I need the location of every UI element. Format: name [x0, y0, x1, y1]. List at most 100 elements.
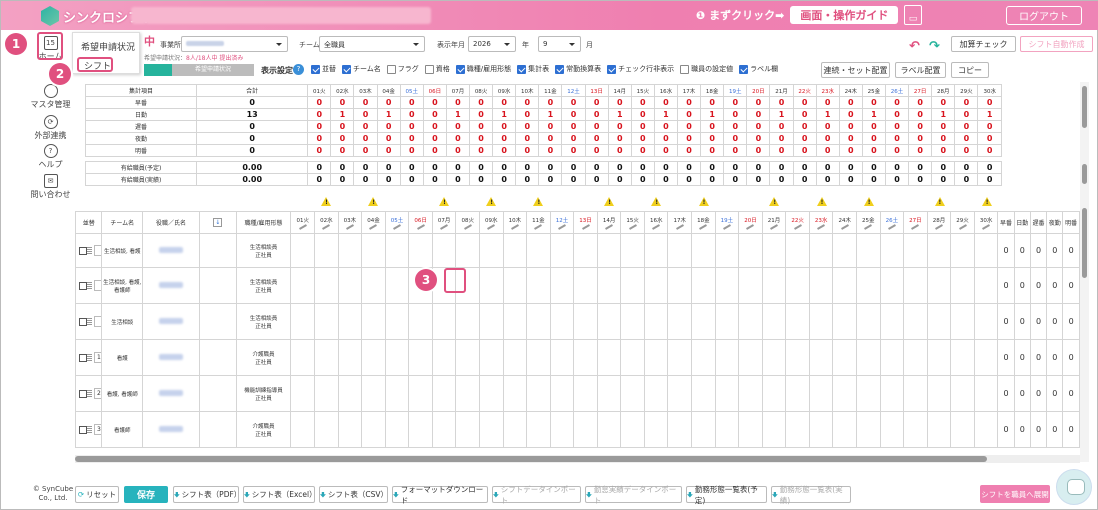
submenu-item-request-status[interactable]: 希望申請状況: [81, 40, 135, 53]
shift-cell[interactable]: [785, 267, 810, 304]
shift-cell[interactable]: [478, 233, 504, 268]
pencil-icon[interactable]: [934, 223, 943, 230]
staff-day-header[interactable]: 10木: [502, 211, 528, 234]
staff-day-header[interactable]: 29火: [950, 211, 975, 234]
guide-button[interactable]: 画面・操作ガイド: [790, 6, 899, 24]
shift-cell[interactable]: [384, 303, 410, 340]
shift-cell[interactable]: [714, 339, 740, 376]
shift-cell[interactable]: [973, 339, 999, 376]
pencil-icon[interactable]: [864, 223, 873, 230]
name-cell[interactable]: [142, 267, 200, 304]
display-option[interactable]: チェック行非表示: [607, 64, 674, 74]
cell-highlight[interactable]: [444, 268, 466, 293]
shift-cell[interactable]: [337, 375, 363, 412]
shift-cell[interactable]: [384, 411, 410, 448]
shift-cell[interactable]: [526, 233, 551, 268]
shift-cell[interactable]: [314, 303, 339, 340]
pencil-icon[interactable]: [817, 223, 826, 230]
shift-cell[interactable]: [290, 339, 316, 376]
shift-cell[interactable]: [738, 411, 763, 448]
name-cell[interactable]: [142, 375, 200, 412]
checkbox[interactable]: [517, 64, 527, 74]
shift-cell[interactable]: [455, 233, 480, 268]
pencil-icon[interactable]: [793, 223, 802, 230]
checkbox[interactable]: [455, 64, 465, 74]
shift-cell[interactable]: [973, 233, 999, 268]
shift-cell[interactable]: [431, 375, 457, 412]
shift-cell[interactable]: [337, 303, 363, 340]
checkbox[interactable]: [386, 64, 396, 74]
name-cell[interactable]: [142, 411, 200, 448]
shift-cell[interactable]: [314, 375, 339, 412]
shift-cell[interactable]: [643, 233, 669, 268]
shift-cell[interactable]: [384, 267, 410, 304]
shift-cell[interactable]: [832, 233, 857, 268]
shift-cell[interactable]: [408, 411, 433, 448]
export-button[interactable]: シフトデータインポート: [492, 485, 581, 505]
shift-cell[interactable]: [667, 375, 693, 412]
pencil-icon[interactable]: [463, 223, 472, 230]
shift-cell[interactable]: [337, 411, 363, 448]
display-option[interactable]: 常勤換算表: [555, 64, 601, 74]
shift-cell[interactable]: [879, 411, 905, 448]
warning-icon[interactable]: [934, 196, 945, 206]
display-option[interactable]: ラベル欄: [739, 64, 778, 74]
shift-cell[interactable]: [549, 375, 575, 412]
shift-cell[interactable]: [596, 233, 622, 268]
shift-cell[interactable]: [643, 375, 669, 412]
reset-button[interactable]: ⟳ リセット: [75, 486, 119, 503]
copy-button[interactable]: コピー: [951, 62, 989, 78]
tab-shift[interactable]: [144, 64, 172, 76]
warning-icon[interactable]: [321, 196, 332, 206]
submenu-item-shift[interactable]: シフト: [77, 57, 113, 72]
shift-cell[interactable]: [667, 267, 693, 304]
shift-cell[interactable]: [714, 375, 740, 412]
shift-cell[interactable]: [620, 339, 645, 376]
shift-cell[interactable]: [667, 303, 693, 340]
pencil-icon[interactable]: [440, 223, 449, 230]
shift-cell[interactable]: [738, 375, 763, 412]
add-check-button[interactable]: 加算チェック: [951, 36, 1016, 52]
shift-cell[interactable]: [314, 267, 339, 304]
export-button[interactable]: シフト表（Excel）: [243, 486, 317, 503]
team-select[interactable]: 全職員: [319, 36, 425, 52]
shift-cell[interactable]: [290, 375, 316, 412]
shift-cell[interactable]: [926, 339, 952, 376]
staff-day-header[interactable]: 23水: [808, 211, 834, 234]
drag-handle-icon[interactable]: [87, 390, 92, 397]
shift-cell[interactable]: [431, 233, 457, 268]
shift-cell[interactable]: [573, 267, 598, 304]
shift-cell[interactable]: [691, 411, 716, 448]
help-icon[interactable]: ?: [293, 64, 304, 75]
pencil-icon[interactable]: [557, 223, 566, 230]
shift-cell[interactable]: [408, 303, 433, 340]
display-option[interactable]: 集計表: [517, 64, 549, 74]
order-input[interactable]: 3: [94, 424, 101, 435]
shift-cell[interactable]: [596, 339, 622, 376]
shift-cell[interactable]: [738, 233, 763, 268]
shift-cell[interactable]: [384, 375, 410, 412]
shift-cell[interactable]: [573, 411, 598, 448]
shift-cell[interactable]: [761, 233, 787, 268]
shift-cell[interactable]: [714, 411, 740, 448]
staff-day-header[interactable]: 13日: [573, 211, 598, 234]
shift-cell[interactable]: [926, 411, 952, 448]
pencil-icon[interactable]: [416, 223, 425, 230]
shift-cell[interactable]: [973, 267, 999, 304]
shift-cell[interactable]: [832, 375, 857, 412]
warning-icon[interactable]: [368, 196, 379, 206]
logout-button[interactable]: ログアウト: [1006, 6, 1082, 25]
shift-cell[interactable]: [855, 303, 881, 340]
shift-cell[interactable]: [384, 233, 410, 268]
shift-cell[interactable]: [903, 303, 928, 340]
shift-cell[interactable]: [502, 233, 528, 268]
shift-cell[interactable]: [549, 303, 575, 340]
shift-cell[interactable]: [361, 339, 386, 376]
shift-cell[interactable]: [926, 303, 952, 340]
staff-day-header[interactable]: 20日: [738, 211, 763, 234]
staff-day-header[interactable]: 27日: [903, 211, 928, 234]
shift-cell[interactable]: [408, 233, 433, 268]
shift-cell[interactable]: [337, 267, 363, 304]
export-button[interactable]: 勤務形態一覧表(予定): [686, 485, 767, 505]
shift-cell[interactable]: [855, 411, 881, 448]
